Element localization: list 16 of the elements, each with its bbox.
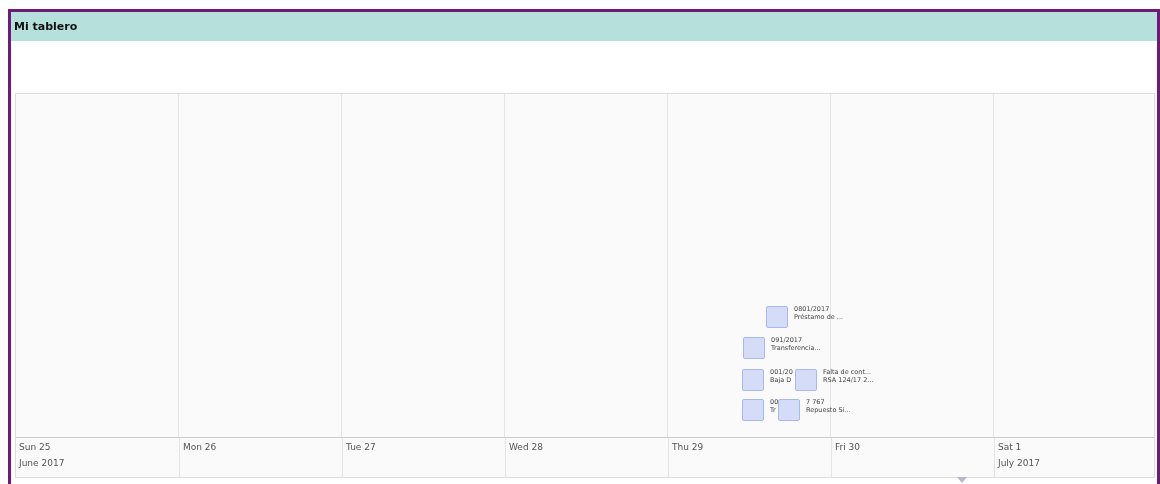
- day-label: Fri 30: [835, 442, 861, 452]
- event-box[interactable]: [766, 306, 788, 328]
- month-label: July 2017: [998, 458, 1040, 468]
- event-box[interactable]: [795, 369, 817, 391]
- panel-title: Mi tablero: [14, 20, 78, 33]
- day-label: Mon 26: [183, 442, 217, 452]
- event-box[interactable]: [778, 399, 800, 421]
- event-box[interactable]: [742, 369, 764, 391]
- day-label: Thu 29: [672, 442, 704, 452]
- event-box[interactable]: [743, 337, 765, 359]
- event-box[interactable]: [742, 399, 764, 421]
- day-label: Tue 27: [346, 442, 376, 452]
- day-label: Sat 1: [998, 442, 1022, 452]
- day-label: Sun 25: [19, 442, 51, 452]
- day-label: Wed 28: [509, 442, 543, 452]
- month-label: June 2017: [19, 458, 65, 468]
